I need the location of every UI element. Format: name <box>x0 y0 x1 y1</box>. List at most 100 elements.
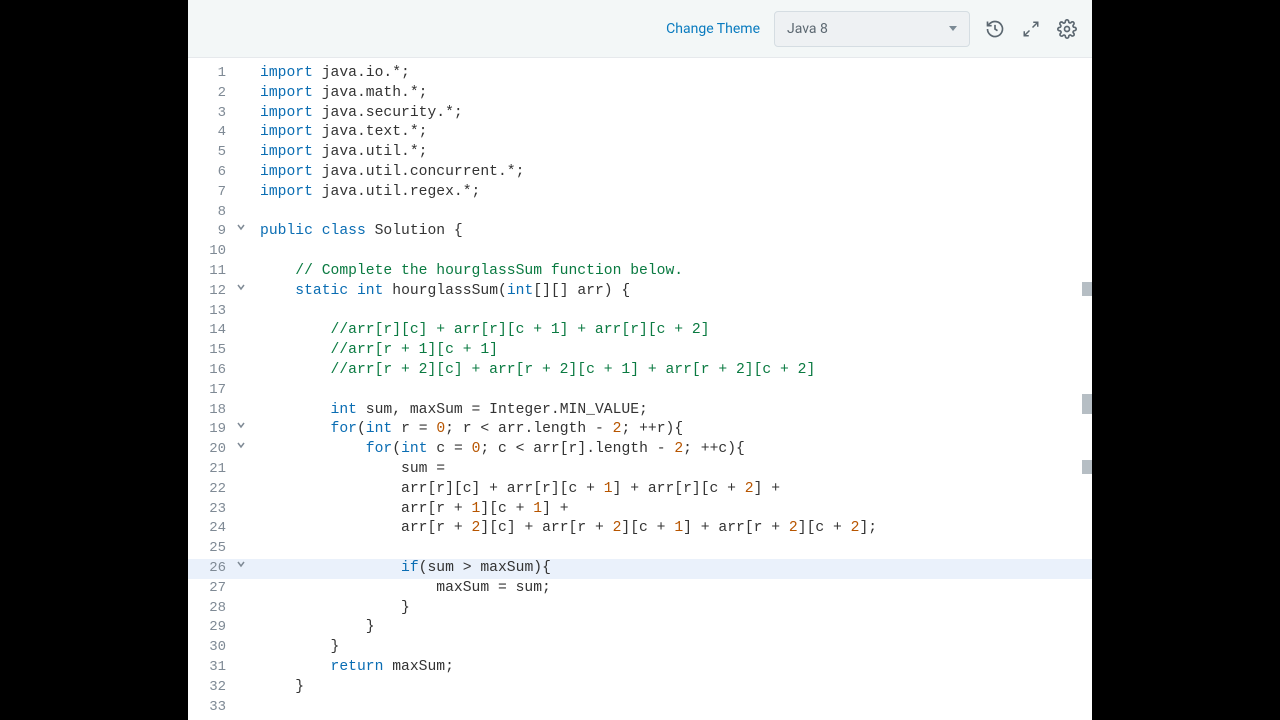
code-line[interactable]: 11 // Complete the hourglassSum function… <box>188 262 1092 282</box>
code-line[interactable]: 4 import java.text.*; <box>188 123 1092 143</box>
chevron-down-icon <box>236 420 246 430</box>
code-line[interactable]: 5import java.util.*; <box>188 143 1092 163</box>
line-number: 7 <box>188 183 234 203</box>
code-text: for(int r = 0; r < arr.length - 2; ++r){ <box>258 420 683 440</box>
line-number: 33 <box>188 698 234 718</box>
history-icon <box>985 19 1005 39</box>
line-number: 26 <box>188 559 234 579</box>
code-line[interactable]: 2import java.math.*; <box>188 84 1092 104</box>
history-button[interactable] <box>984 18 1006 40</box>
code-line[interactable]: 17 <box>188 381 1092 401</box>
fullscreen-button[interactable] <box>1020 18 1042 40</box>
scroll-marker <box>1082 394 1092 414</box>
code-text: for(int c = 0; c < arr[r].length - 2; ++… <box>258 440 745 460</box>
line-number: 5 <box>188 143 234 163</box>
code-line[interactable]: 28 } <box>188 599 1092 619</box>
code-line[interactable]: 31 return maxSum; <box>188 658 1092 678</box>
code-line[interactable]: 14 //arr[r][c] + arr[r][c + 1] + arr[r][… <box>188 321 1092 341</box>
chevron-down-icon <box>236 222 246 232</box>
line-number: 19 <box>188 420 234 440</box>
code-line[interactable]: 30 } <box>188 638 1092 658</box>
code-line[interactable]: 26 if(sum > maxSum){ <box>188 559 1092 579</box>
language-select[interactable]: Java 8 <box>774 11 970 47</box>
line-number: 10 <box>188 242 234 262</box>
line-number: 25 <box>188 539 234 559</box>
gear-icon <box>1057 19 1077 39</box>
code-text: int sum, maxSum = Integer.MIN_VALUE; <box>258 401 648 421</box>
change-theme-link[interactable]: Change Theme <box>666 21 760 37</box>
code-text: return maxSum; <box>258 658 454 678</box>
code-text: } <box>258 678 304 698</box>
code-text: //arr[r][c] + arr[r][c + 1] + arr[r][c +… <box>258 321 710 341</box>
code-line[interactable]: 3import java.security.*; <box>188 104 1092 124</box>
code-line[interactable]: 24 arr[r + 2][c] + arr[r + 2][c + 1] + a… <box>188 519 1092 539</box>
line-number: 18 <box>188 401 234 421</box>
chevron-down-icon <box>236 559 246 569</box>
code-line[interactable]: 33 <box>188 698 1092 718</box>
line-number: 21 <box>188 460 234 480</box>
code-text: sum = <box>258 460 445 480</box>
fold-gutter[interactable] <box>234 440 248 450</box>
code-text: // Complete the hourglassSum function be… <box>258 262 683 282</box>
code-line[interactable]: 16 //arr[r + 2][c] + arr[r + 2][c + 1] +… <box>188 361 1092 381</box>
code-line[interactable]: 19 for(int r = 0; r < arr.length - 2; ++… <box>188 420 1092 440</box>
line-number: 3 <box>188 104 234 124</box>
fold-gutter[interactable] <box>234 420 248 430</box>
code-text: import java.util.concurrent.*; <box>258 163 524 183</box>
code-line[interactable]: 29 } <box>188 618 1092 638</box>
code-text: arr[r][c] + arr[r][c + 1] + arr[r][c + 2… <box>258 480 780 500</box>
code-text: import java.io.*; <box>258 64 410 84</box>
code-text: import java.util.regex.*; <box>258 183 480 203</box>
code-line[interactable]: 7 import java.util.regex.*; <box>188 183 1092 203</box>
scroll-marker <box>1082 282 1092 296</box>
code-line[interactable]: 23 arr[r + 1][c + 1] + <box>188 500 1092 520</box>
code-text: //arr[r + 2][c] + arr[r + 2][c + 1] + ar… <box>258 361 815 381</box>
code-editor[interactable]: 1import java.io.*;2import java.math.*;3i… <box>188 58 1092 720</box>
code-line[interactable]: 25 <box>188 539 1092 559</box>
chevron-down-icon <box>236 282 246 292</box>
line-number: 14 <box>188 321 234 341</box>
line-number: 31 <box>188 658 234 678</box>
code-line[interactable]: 21 sum = <box>188 460 1092 480</box>
code-line[interactable]: 22 arr[r][c] + arr[r][c + 1] + arr[r][c … <box>188 480 1092 500</box>
line-number: 24 <box>188 519 234 539</box>
fold-gutter[interactable] <box>234 222 248 232</box>
line-number: 30 <box>188 638 234 658</box>
fold-gutter[interactable] <box>234 282 248 292</box>
code-text: static int hourglassSum(int[][] arr) { <box>258 282 630 302</box>
chevron-down-icon <box>236 440 246 450</box>
line-number: 9 <box>188 222 234 242</box>
code-text: public class Solution { <box>258 222 463 242</box>
code-text: } <box>258 638 339 658</box>
code-text: import java.text.*; <box>258 123 427 143</box>
code-line[interactable]: 9 public class Solution { <box>188 222 1092 242</box>
code-line[interactable]: 13 <box>188 302 1092 322</box>
settings-button[interactable] <box>1056 18 1078 40</box>
code-line[interactable]: 1import java.io.*; <box>188 64 1092 84</box>
code-line[interactable]: 15 //arr[r + 1][c + 1] <box>188 341 1092 361</box>
editor-app: Change Theme Java 8 1import jav <box>188 0 1092 720</box>
line-number: 11 <box>188 262 234 282</box>
line-number: 29 <box>188 618 234 638</box>
line-number: 23 <box>188 500 234 520</box>
code-line[interactable]: 18 int sum, maxSum = Integer.MIN_VALUE; <box>188 401 1092 421</box>
fold-gutter[interactable] <box>234 559 248 569</box>
line-number: 12 <box>188 282 234 302</box>
code-text: arr[r + 2][c] + arr[r + 2][c + 1] + arr[… <box>258 519 877 539</box>
language-selected-value: Java 8 <box>787 21 828 37</box>
code-line[interactable]: 6 import java.util.concurrent.*; <box>188 163 1092 183</box>
code-line[interactable]: 20 for(int c = 0; c < arr[r].length - 2;… <box>188 440 1092 460</box>
code-text: maxSum = sum; <box>258 579 551 599</box>
line-number: 16 <box>188 361 234 381</box>
code-line[interactable]: 12 static int hourglassSum(int[][] arr) … <box>188 282 1092 302</box>
code-line[interactable]: 8 <box>188 203 1092 223</box>
line-number: 17 <box>188 381 234 401</box>
line-number: 8 <box>188 203 234 223</box>
code-line[interactable]: 27 maxSum = sum; <box>188 579 1092 599</box>
line-number: 4 <box>188 123 234 143</box>
line-number: 20 <box>188 440 234 460</box>
line-number: 6 <box>188 163 234 183</box>
fullscreen-icon <box>1022 20 1040 38</box>
code-line[interactable]: 32 } <box>188 678 1092 698</box>
code-line[interactable]: 10 <box>188 242 1092 262</box>
